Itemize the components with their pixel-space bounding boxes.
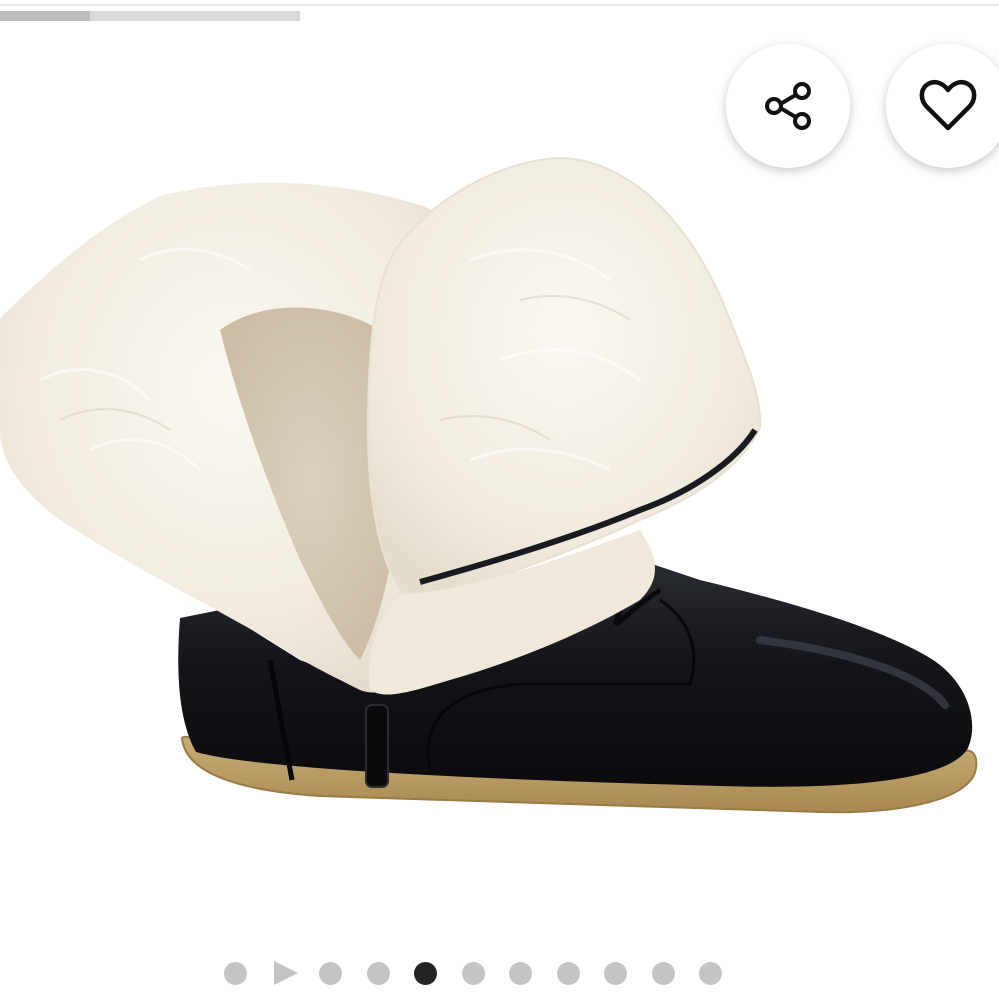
carousel-dot[interactable] xyxy=(604,962,627,985)
carousel-dot[interactable] xyxy=(461,962,485,985)
gallery-progress-bar xyxy=(0,11,300,21)
carousel-dot[interactable] xyxy=(319,962,342,985)
carousel-video-indicator[interactable] xyxy=(273,961,298,985)
product-gallery xyxy=(0,0,999,1000)
carousel-dot[interactable] xyxy=(651,962,675,985)
share-icon xyxy=(758,76,818,136)
carousel-dot[interactable] xyxy=(699,962,722,985)
top-divider xyxy=(0,4,999,6)
gallery-progress-fill xyxy=(0,11,90,21)
carousel-dot[interactable] xyxy=(224,962,247,985)
carousel-dot[interactable] xyxy=(556,962,580,985)
boot-fur-cuff xyxy=(366,156,762,599)
boot-zipper xyxy=(365,704,389,788)
heart-icon xyxy=(917,75,979,137)
carousel-dot[interactable] xyxy=(366,962,390,985)
product-photo[interactable] xyxy=(0,150,999,840)
carousel-dot-active[interactable] xyxy=(414,962,437,985)
carousel-dot[interactable] xyxy=(509,962,532,985)
carousel-indicators xyxy=(0,958,999,988)
